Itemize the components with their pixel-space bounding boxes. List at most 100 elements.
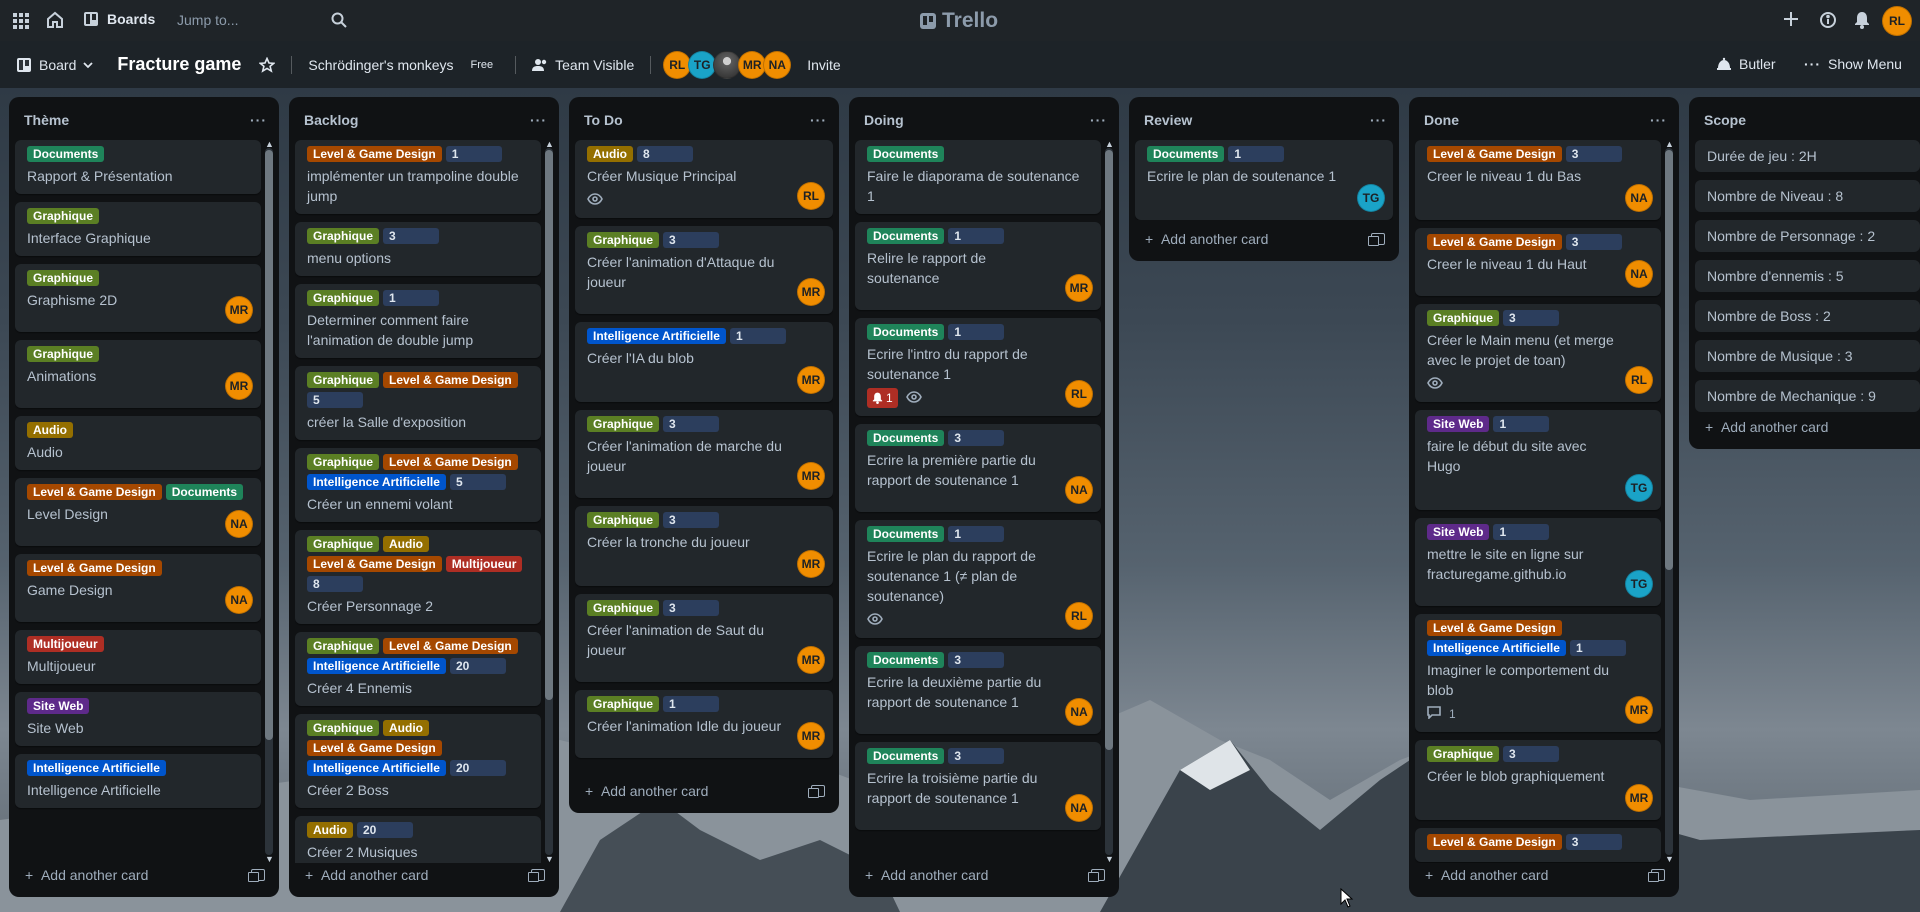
card[interactable]: Graphique 3 Créer le Main menu (et merge a… — [1415, 304, 1661, 402]
card-label[interactable]: Audio — [383, 720, 430, 736]
card[interactable]: Graphique Animations MR — [15, 340, 261, 408]
card-label[interactable]: Level & Game Design — [383, 638, 518, 654]
add-card-button[interactable]: + Add another card — [855, 859, 1113, 891]
list-menu-icon[interactable]: ··· — [1650, 112, 1667, 128]
card[interactable]: Multijoueur Multijoueur — [15, 630, 261, 684]
card-label[interactable]: Documents — [867, 652, 945, 668]
card-label[interactable]: Level & Game Design — [27, 484, 162, 500]
card[interactable]: Site Web 1 faire le début du site avec Hug… — [1415, 410, 1661, 510]
member-avatar[interactable]: RL — [1065, 380, 1093, 408]
card-label[interactable]: Audio — [383, 536, 430, 552]
list-header[interactable]: Doing ··· — [849, 104, 1119, 136]
card[interactable]: Level & Game Design Intelligence Artifici… — [1415, 614, 1661, 732]
card-label[interactable]: Documents — [867, 526, 945, 542]
member-avatar[interactable]: RL — [1065, 602, 1093, 630]
add-card-button[interactable]: + Add another card — [1135, 223, 1393, 255]
card[interactable]: Level & Game Design 1 implémenter un tramp… — [295, 140, 541, 214]
card[interactable]: Documents Rapport & Présentation — [15, 140, 261, 194]
list-title[interactable]: To Do — [584, 112, 623, 128]
estimate-badge[interactable]: 3 — [1503, 746, 1560, 762]
card-label[interactable]: Site Web — [1427, 416, 1490, 432]
estimate-badge[interactable]: 3 — [663, 232, 720, 248]
card[interactable]: Level & Game Design Game Design NA — [15, 554, 261, 622]
card-label[interactable]: Graphique — [307, 290, 380, 306]
add-card-button[interactable]: + Add another card — [15, 859, 273, 891]
card-label[interactable]: Intelligence Artificielle — [587, 328, 726, 344]
member-avatar[interactable]: NA — [1065, 794, 1093, 822]
card-label[interactable]: Graphique — [587, 416, 660, 432]
notification-bell-icon[interactable] — [1854, 11, 1870, 29]
list-header[interactable]: To Do ··· — [569, 104, 839, 136]
estimate-badge[interactable]: 20 — [357, 822, 413, 838]
visibility-button[interactable]: Team Visible — [524, 49, 642, 81]
card[interactable]: Documents 3 Ecrire la troisième partie du … — [855, 742, 1101, 830]
app-switcher-icon[interactable] — [12, 12, 29, 29]
card[interactable]: Documents Faire le diaporama de soutenanc… — [855, 140, 1101, 214]
estimate-badge[interactable]: 5 — [307, 392, 363, 408]
estimate-badge[interactable]: 1 — [383, 290, 440, 306]
card-label[interactable]: Level & Game Design — [383, 372, 518, 388]
card-label[interactable]: Level & Game Design — [1427, 146, 1562, 162]
card-label[interactable]: Audio — [587, 146, 633, 162]
card-label[interactable]: Graphique — [307, 536, 380, 552]
card[interactable]: Audio 8 Créer Musique Principal RL — [575, 140, 833, 218]
card-label[interactable]: Documents — [867, 430, 945, 446]
list-title[interactable]: Review — [1144, 112, 1192, 128]
add-card-button[interactable]: + Add another card — [1415, 859, 1673, 891]
list-title[interactable]: Thème — [24, 112, 69, 128]
card-template-icon[interactable] — [1648, 869, 1665, 882]
card[interactable]: Graphique 3 Créer la tronche du joueur MR — [575, 506, 833, 586]
estimate-badge[interactable]: 1 — [1493, 416, 1550, 432]
card[interactable]: Graphique 1 Determiner comment faire l'ani… — [295, 284, 541, 358]
card-label[interactable]: Level & Game Design — [1427, 620, 1562, 636]
scope-card[interactable]: Nombre de Musique : 3 — [1695, 340, 1920, 372]
card[interactable]: Audio 20 Créer 2 Musiques — [295, 816, 541, 863]
estimate-badge[interactable]: 1 — [948, 526, 1005, 542]
card-label[interactable]: Graphique — [587, 696, 660, 712]
estimate-badge[interactable]: 8 — [307, 576, 363, 592]
card-label[interactable]: Intelligence Artificielle — [307, 474, 446, 490]
card-label[interactable]: Intelligence Artificielle — [307, 658, 446, 674]
member-avatar-photo[interactable] — [713, 50, 742, 79]
member-avatar[interactable]: NA — [225, 510, 253, 538]
member-avatar[interactable]: MR — [797, 550, 825, 578]
card[interactable]: Graphique Audio Level & Game Design Intelli… — [295, 714, 541, 808]
star-board-button[interactable] — [251, 49, 283, 81]
card-label[interactable]: Graphique — [1427, 746, 1500, 762]
estimate-badge[interactable]: 3 — [663, 416, 720, 432]
invite-button[interactable]: Invite — [799, 49, 848, 81]
search-icon[interactable] — [331, 12, 347, 28]
card[interactable]: Graphique Level & Game Design Intelligence… — [295, 448, 541, 522]
list-scrollbar[interactable]: ▲ ▼ — [265, 140, 274, 864]
estimate-badge[interactable]: 3 — [1565, 834, 1622, 850]
member-avatar[interactable]: MR — [797, 646, 825, 674]
member-avatar[interactable]: MR — [1625, 696, 1653, 724]
card[interactable]: Graphique Graphisme 2D MR — [15, 264, 261, 332]
estimate-badge[interactable]: 1 — [729, 328, 786, 344]
estimate-badge[interactable]: 3 — [1503, 310, 1560, 326]
card-label[interactable]: Level & Game Design — [307, 556, 442, 572]
estimate-badge[interactable]: 1 — [1569, 640, 1626, 656]
scope-card[interactable]: Nombre de Boss : 2 — [1695, 300, 1920, 332]
card[interactable]: Documents 1 Ecrire le plan du rapport de s… — [855, 520, 1101, 638]
list-header[interactable]: Thème ··· — [9, 104, 279, 136]
scope-card[interactable]: Durée de jeu : 2H — [1695, 140, 1920, 172]
card-label[interactable]: Multijoueur — [27, 636, 104, 652]
member-avatar[interactable]: MR — [738, 50, 767, 79]
card-label[interactable]: Intelligence Artificielle — [1427, 640, 1566, 656]
scope-card[interactable]: Nombre de Mechanique : 9 — [1695, 380, 1920, 412]
card-template-icon[interactable] — [1088, 869, 1105, 882]
card-label[interactable]: Graphique — [587, 600, 660, 616]
card[interactable]: Graphique Level & Game Design 5 créer la Sa… — [295, 366, 541, 440]
card[interactable]: Audio Audio — [15, 416, 261, 470]
card-label[interactable]: Documents — [867, 228, 945, 244]
member-avatar[interactable]: RL — [797, 182, 825, 210]
card-label[interactable]: Documents — [27, 146, 105, 162]
card-label[interactable]: Documents — [867, 146, 945, 162]
member-avatar[interactable]: MR — [1625, 784, 1653, 812]
member-avatar[interactable]: NA — [1625, 184, 1653, 212]
board-title[interactable]: Fracture game — [107, 54, 251, 75]
member-avatar[interactable]: MR — [1065, 274, 1093, 302]
list-title[interactable]: Scope — [1704, 112, 1746, 128]
card-label[interactable]: Graphique — [587, 232, 660, 248]
